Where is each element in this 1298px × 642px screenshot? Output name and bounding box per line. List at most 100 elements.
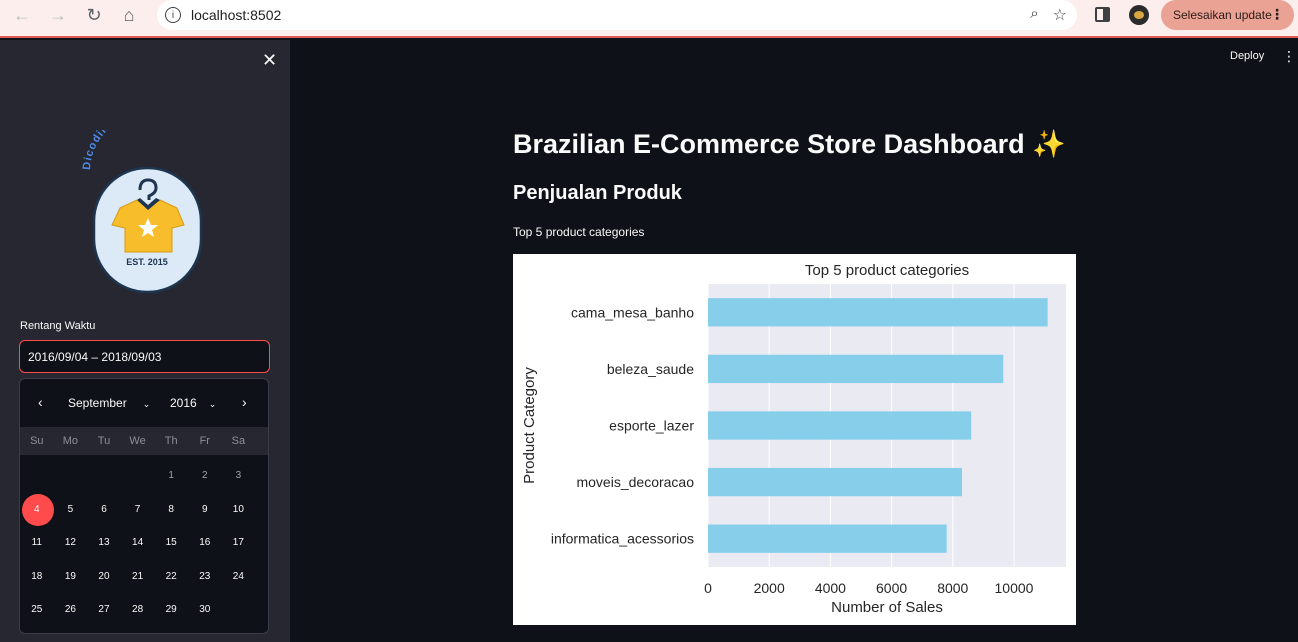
profile-avatar[interactable] [1129,5,1149,25]
calendar-week: 18 19 20 21 22 23 24 [20,560,268,594]
y-axis-label: Product Category [521,367,538,484]
home-icon[interactable]: ⌂ [114,0,144,30]
x-axis-label: Number of Sales [831,599,943,616]
calendar-day[interactable]: 11 [20,526,54,560]
bar [708,354,1004,384]
calendar-day[interactable]: 2 [188,459,222,493]
calendar-day[interactable]: 27 [87,593,121,627]
calendar-day[interactable]: 1 [154,459,188,493]
calendar-day[interactable]: 13 [87,526,121,560]
calendar-day[interactable]: 8 [154,493,188,527]
calendar-day[interactable]: 19 [54,560,88,594]
category-label: esporte_lazer [609,418,694,434]
calendar-day[interactable]: 15 [154,526,188,560]
calendar-day[interactable]: 28 [121,593,155,627]
calendar-day[interactable]: 21 [121,560,155,594]
info-icon[interactable]: i [165,7,181,23]
browser-toolbar: ← → ↻ ⌂ i localhost:8502 ⌕ ☆ Selesaikan … [0,0,1298,38]
weekday-label: We [129,435,146,447]
logo-est-text: EST. 2015 [126,257,168,267]
calendar-popup: ‹ September ⌄ 2016 ⌄ › Su Mo Tu We Th Fr Sa 1234… [19,378,269,634]
bar [708,411,972,440]
chart-container: cama_mesa_banho beleza_saude esporte_lazer… [513,254,1076,625]
back-icon[interactable]: ← [7,0,37,30]
weekday-label: Su [30,435,44,447]
calendar-day[interactable]: 22 [154,560,188,594]
calendar-day[interactable]: 30 [188,593,222,627]
x-tick-label: 8000 [937,580,968,596]
calendar-week: 123 [20,459,268,493]
bar [708,467,962,497]
side-panel-icon[interactable] [1095,7,1110,22]
calendar-day[interactable]: 17 [222,526,256,560]
calendar-day[interactable]: 25 [20,593,54,627]
calendar-day[interactable]: 5 [54,493,88,527]
date-range-label: Rentang Waktu [20,320,96,332]
category-label: moveis_decoracao [576,474,694,490]
reload-icon[interactable]: ↻ [79,0,109,30]
calendar-day[interactable]: 29 [154,593,188,627]
address-bar[interactable]: i localhost:8502 ⌕ ☆ [157,0,1077,30]
year-select[interactable]: 2016 ⌄ [170,396,216,410]
calendar-day[interactable]: 4 [20,493,54,527]
forward-icon[interactable]: → [43,0,73,30]
x-tick-label: 2000 [754,580,785,596]
weekday-label: Mo [62,435,79,447]
calendar-day[interactable]: 3 [222,459,256,493]
calendar-empty-cell [54,459,88,493]
weekday-label: Th [164,435,178,447]
calendar-week: 11 12 13 14 15 16 17 [20,526,268,560]
update-button[interactable]: Selesaikan update ⋮ [1161,0,1294,30]
calendar-header: ‹ September ⌄ 2016 ⌄ › [20,379,268,427]
bar-chart: cama_mesa_banho beleza_saude esporte_lazer… [521,262,1066,616]
calendar-day[interactable]: 18 [20,560,54,594]
calendar-day[interactable]: 26 [54,593,88,627]
calendar-day[interactable]: 23 [188,560,222,594]
calendar-days: 1 2 3 4 5 6 7 8 9 10 11 12 13 14 15 16 17 18 19 20 21 22 23 24 2… [20,455,268,627]
month-select[interactable]: September ⌄ [68,396,150,410]
prev-month-icon[interactable]: ‹ [38,394,43,410]
weekday-label: Tu [97,435,111,447]
url-text[interactable]: localhost:8502 [191,7,281,23]
calendar-week: 25 26 27 28 29 30 [20,593,268,627]
update-label: Selesaikan update [1173,8,1272,22]
calendar-day[interactable]: 12 [54,526,88,560]
calendar-week: 4 5 6 7 8 9 10 [20,493,268,527]
calendar-day[interactable]: 6 [87,493,121,527]
calendar-day[interactable]: 10 [222,493,256,527]
bar [708,298,1048,327]
calendar-day[interactable]: 24 [222,560,256,594]
calendar-day[interactable]: 7 [121,493,155,527]
bar [708,524,947,553]
bookmark-star-icon[interactable]: ☆ [1053,5,1067,25]
x-tick-label: 10000 [995,580,1034,596]
x-tick-label: 4000 [815,580,846,596]
page-title: Brazilian E-Commerce Store Dashboard ✨ [513,129,1066,159]
dicoding-logo: Dicoding Collection EST. 2015 [80,104,210,295]
calendar-day[interactable]: 16 [188,526,222,560]
calendar-empty-cell [20,459,54,493]
close-sidebar-icon[interactable]: ✕ [262,50,277,71]
sidebar: ✕ Dicoding Collection EST. 2015 Rentang … [0,40,290,642]
date-range-input[interactable]: 2016/09/04 – 2018/09/03 [19,340,270,373]
x-tick-label: 6000 [876,580,907,596]
deploy-button[interactable]: Deploy [1230,50,1264,62]
calendar-empty-cell [121,459,155,493]
next-month-icon[interactable]: › [242,394,247,410]
calendar-empty-cell [222,593,256,627]
svg-text:Dicoding Collection: Dicoding Collection [81,130,184,170]
zoom-icon[interactable]: ⌕ [1030,5,1038,25]
weekday-label: Fr [199,435,210,447]
category-label: informatica_acessorios [551,531,694,547]
category-label: beleza_saude [607,361,694,377]
calendar-empty-cell [87,459,121,493]
chart-caption: Top 5 product categories [513,225,645,239]
x-tick-label: 0 [704,580,712,596]
chrome-menu-icon[interactable]: ⋮ [1270,6,1284,23]
weekday-row: Su Mo Tu We Th Fr Sa [20,427,268,455]
main-menu-icon[interactable]: ⋮ [1282,48,1296,65]
calendar-day[interactable]: 20 [87,560,121,594]
calendar-day[interactable]: 14 [121,526,155,560]
calendar-day[interactable]: 9 [188,493,222,527]
chart-title: Top 5 product categories [805,262,969,279]
